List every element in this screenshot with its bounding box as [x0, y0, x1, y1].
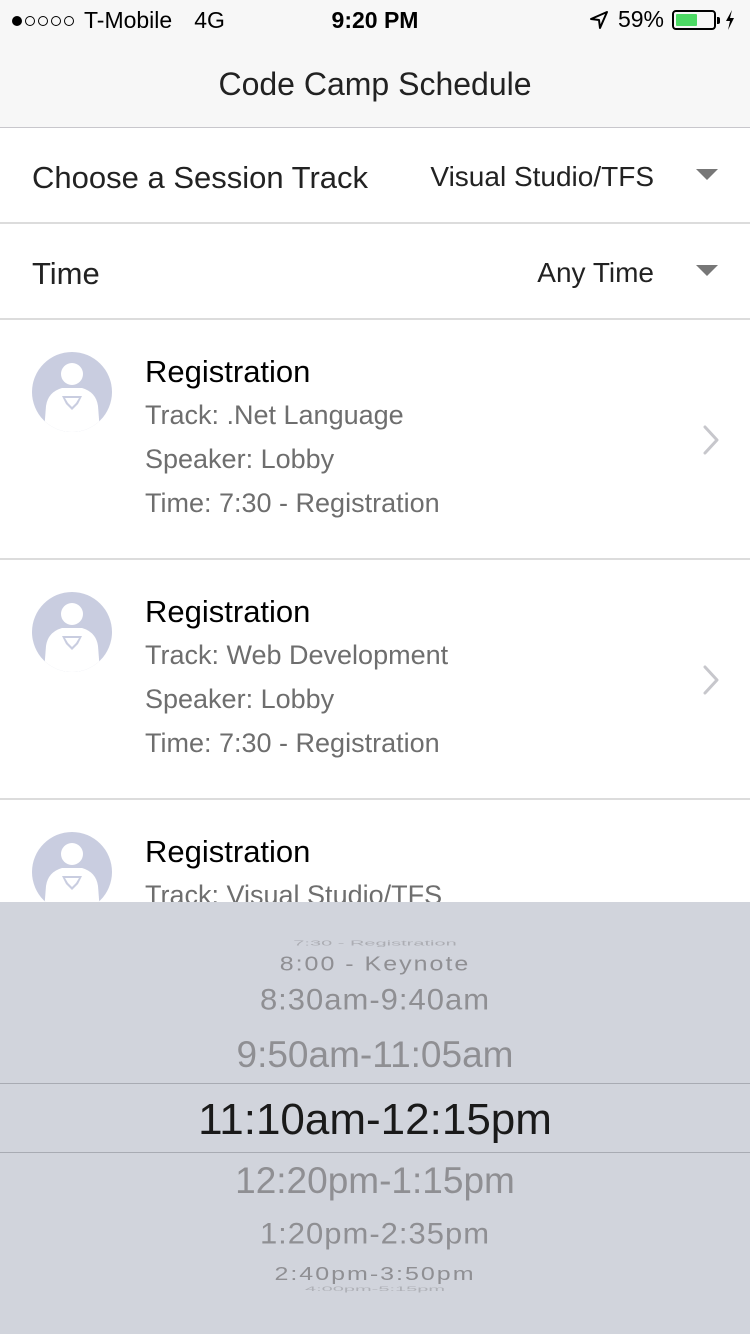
track-filter-row[interactable]: Choose a Session Track Visual Studio/TFS: [0, 128, 750, 224]
session-time: Time: 7:30 - Registration: [145, 728, 440, 758]
page-title: Code Camp Schedule: [218, 66, 532, 102]
track-filter-value[interactable]: Visual Studio/TFS: [430, 161, 654, 193]
session-title: Registration: [145, 834, 311, 869]
session-speaker: Speaker: Lobby: [145, 444, 335, 474]
session-track: Track: .Net Language: [145, 400, 404, 430]
dropdown-caret-icon[interactable]: [696, 169, 718, 180]
picker-option[interactable]: 2:40pm-3:50pm: [0, 1264, 750, 1286]
status-bar: T-Mobile 4G 9:20 PM 59%: [0, 0, 750, 40]
picker-option[interactable]: 7:30 - Registration: [0, 939, 750, 947]
navigation-bar: Code Camp Schedule: [0, 40, 750, 128]
session-title: Registration: [145, 354, 311, 389]
time-picker-wheel[interactable]: 7:30 - Registration 8:00 - Keynote 8:30a…: [0, 902, 750, 1334]
session-list-item[interactable]: Registration Track: .Net Language Speake…: [0, 320, 750, 560]
picker-option[interactable]: 9:50am-11:05am: [0, 1034, 750, 1076]
session-speaker: Speaker: Lobby: [145, 684, 335, 714]
speaker-avatar-icon: [32, 352, 112, 432]
time-filter-row[interactable]: Time Any Time: [0, 224, 750, 320]
picker-option[interactable]: 1:20pm-2:35pm: [0, 1217, 750, 1251]
session-list-item[interactable]: Registration Track: Web Development Spea…: [0, 560, 750, 800]
session-time: Time: 7:30 - Registration: [145, 488, 440, 518]
picker-option[interactable]: 4:00pm-5:15pm: [0, 1286, 750, 1293]
dropdown-caret-icon[interactable]: [696, 265, 718, 276]
superman-silhouette-icon: [44, 603, 100, 672]
battery-nub: [717, 16, 720, 24]
speaker-avatar-icon: [32, 592, 112, 672]
picker-option[interactable]: 8:00 - Keynote: [0, 953, 750, 976]
battery-fill: [676, 13, 698, 26]
chevron-right-icon: [703, 425, 719, 455]
time-filter-label: Time: [32, 256, 100, 291]
speaker-avatar-icon: [32, 832, 112, 912]
session-title: Registration: [145, 594, 311, 629]
picker-option[interactable]: 8:30am-9:40am: [0, 983, 750, 1017]
session-track: Track: Web Development: [145, 640, 449, 670]
picker-option-selected[interactable]: 11:10am-12:15pm: [0, 1095, 750, 1145]
superman-silhouette-icon: [44, 363, 100, 432]
screen: T-Mobile 4G 9:20 PM 59% Code Camp Schedu…: [0, 0, 750, 1334]
battery-percent: 59%: [617, 6, 664, 32]
track-filter-label: Choose a Session Track: [32, 160, 369, 195]
time-filter-value[interactable]: Any Time: [537, 257, 654, 289]
picker-option[interactable]: 12:20pm-1:15pm: [0, 1160, 750, 1202]
superman-silhouette-icon: [44, 843, 100, 912]
chevron-right-icon: [703, 665, 719, 695]
battery-icon: [672, 9, 720, 30]
status-right: 59%: [588, 6, 736, 33]
charging-bolt-icon: [726, 9, 734, 30]
location-arrow-icon: [589, 10, 608, 29]
